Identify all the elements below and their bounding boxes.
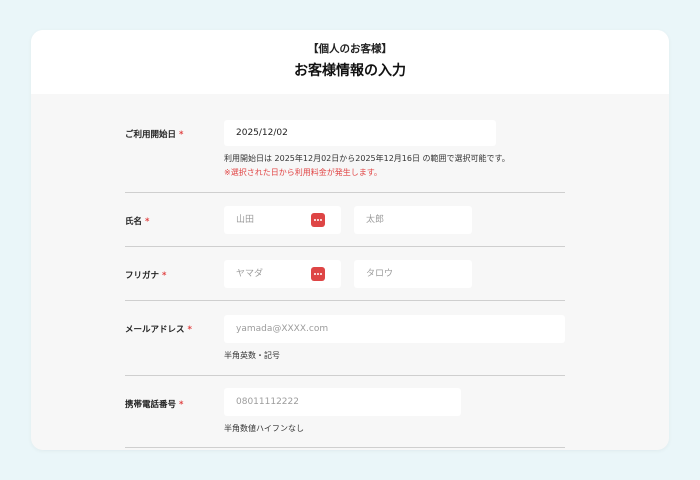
customer-type-label: 【個人のお客様】 bbox=[308, 43, 392, 55]
required-mark: * bbox=[179, 400, 184, 410]
email-format-note: 半角英数・記号 bbox=[224, 351, 280, 360]
email-label-text: メールアドレス bbox=[125, 325, 185, 335]
first-name-kana-input[interactable]: タロウ bbox=[354, 260, 472, 288]
start-date-range-note: 利用開始日は 2025年12月02日から2025年12月16日 の範囲で選択可能… bbox=[224, 154, 510, 163]
name-label-text: 氏名 bbox=[125, 217, 143, 227]
required-mark: * bbox=[145, 217, 150, 227]
section-divider bbox=[125, 300, 565, 301]
last-name-kana-placeholder: ヤマダ bbox=[236, 269, 264, 279]
section-divider bbox=[125, 246, 565, 247]
start-date-label-text: ご利用開始日 bbox=[125, 130, 177, 140]
last-name-input[interactable]: 山田 bbox=[224, 206, 341, 234]
first-name-input[interactable]: 太郎 bbox=[354, 206, 472, 234]
name-label: 氏名 * bbox=[125, 215, 149, 227]
phone-format-note: 半角数値ハイフンなし bbox=[224, 424, 304, 433]
phone-label-text: 携帯電話番号 bbox=[125, 400, 177, 410]
section-divider bbox=[125, 447, 565, 448]
page-title: お客様情報の入力 bbox=[294, 63, 406, 79]
required-mark: * bbox=[187, 325, 192, 335]
customer-info-card: 【個人のお客様】 お客様情報の入力 ご利用開始日 * 2025/12/02 利用開… bbox=[31, 30, 669, 450]
start-date-label: ご利用開始日 * bbox=[125, 128, 183, 140]
section-divider bbox=[125, 375, 565, 376]
section-divider bbox=[125, 192, 565, 193]
phone-input[interactable]: 08011112222 bbox=[224, 388, 461, 416]
email-input[interactable]: yamada@XXXX.com bbox=[224, 315, 565, 343]
last-name-kana-input[interactable]: ヤマダ bbox=[224, 260, 341, 288]
furigana-label: フリガナ * bbox=[125, 269, 166, 281]
last-name-placeholder: 山田 bbox=[236, 215, 255, 225]
card-header: 【個人のお客様】 お客様情報の入力 bbox=[31, 30, 669, 94]
required-mark: * bbox=[162, 271, 167, 281]
keyboard-icon[interactable] bbox=[311, 213, 325, 227]
email-label: メールアドレス * bbox=[125, 323, 192, 335]
required-mark: * bbox=[179, 130, 184, 140]
start-date-fee-warning: ※選択された日から利用料金が発生します。 bbox=[224, 168, 382, 177]
furigana-label-text: フリガナ bbox=[125, 271, 160, 281]
phone-label: 携帯電話番号 * bbox=[125, 398, 183, 410]
keyboard-icon[interactable] bbox=[311, 267, 325, 281]
start-date-input[interactable]: 2025/12/02 bbox=[224, 120, 496, 146]
